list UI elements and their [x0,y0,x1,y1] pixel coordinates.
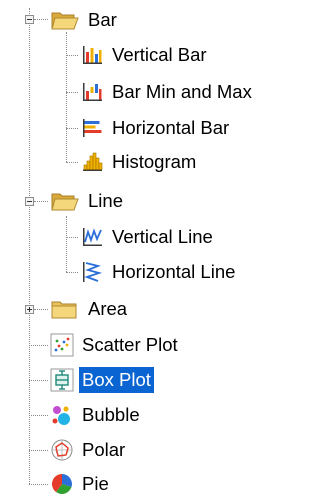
tree-node-line[interactable]: Line [50,186,126,216]
connector-horizontal-line [66,272,78,273]
tree-node-scatter-plot[interactable]: Scatter Plot [50,330,181,360]
vertical-bar-chart-icon [80,43,104,67]
box-plot-icon [50,368,74,392]
tree-node-label: Vertical Bar [112,44,207,65]
line-children-connector-line [66,216,67,272]
plus-icon [27,307,32,312]
tree-node-box-plot[interactable]: Box Plot [50,365,154,395]
tree-node-histogram[interactable]: Histogram [80,147,199,177]
open-folder-icon [50,8,80,32]
tree-node-bar-min-max[interactable]: Bar Min and Max [80,77,255,107]
tree-node-horizontal-line[interactable]: Horizontal Line [80,257,238,287]
tree-node-label: Pie [82,473,109,494]
tree-node-bar[interactable]: Bar [50,5,120,35]
tree-node-label-selected: Box Plot [79,367,154,393]
root-connector-line [29,8,30,484]
tree-node-label: Bubble [82,404,140,425]
polar-chart-icon [50,438,74,462]
expand-area-button[interactable] [25,305,34,314]
bar-min-max-chart-icon [80,80,104,104]
histogram-chart-icon [80,150,104,174]
connector-bar [34,19,48,20]
folder-icon [50,297,80,321]
tree-node-label: Histogram [112,151,197,172]
tree-node-label: Scatter Plot [82,334,178,355]
connector-bubble [29,415,48,416]
connector-line [34,201,48,202]
tree-node-label: Horizontal Bar [112,117,230,138]
tree-node-horizontal-bar[interactable]: Horizontal Bar [80,113,232,143]
open-folder-icon [50,189,80,213]
vertical-line-chart-icon [80,225,104,249]
bar-children-connector-line [66,32,67,162]
tree-node-label: Horizontal Line [112,261,236,282]
tree-node-label: Line [88,190,123,211]
bubble-chart-icon [50,403,74,427]
connector-vertical-line [66,237,78,238]
tree-node-area[interactable]: Area [50,294,130,324]
connector-scatter [29,345,48,346]
horizontal-bar-chart-icon [80,116,104,140]
connector-histogram [66,162,78,163]
tree-node-vertical-line[interactable]: Vertical Line [80,222,216,252]
connector-polar [29,450,48,451]
tree-node-label: Bar Min and Max [112,81,252,102]
tree-node-label: Area [88,298,128,319]
tree-node-bubble[interactable]: Bubble [50,400,143,430]
tree-node-vertical-bar[interactable]: Vertical Bar [80,40,210,70]
connector-bar-min-max [66,92,78,93]
minus-icon [27,19,32,20]
minus-icon [27,201,32,202]
tree-node-pie[interactable]: Pie [50,469,112,499]
tree-node-label: Polar [82,439,126,460]
tree-node-label: Vertical Line [112,226,213,247]
connector-bar-vertical-bar [66,55,78,56]
collapse-bar-button[interactable] [25,15,34,24]
connector-box-plot [29,380,48,381]
pie-chart-icon [50,472,74,496]
horizontal-line-chart-icon [80,260,104,284]
tree-node-polar[interactable]: Polar [50,435,128,465]
chart-type-tree: Bar Vertical Bar Bar Min and Max Horizon… [0,0,314,500]
connector-horizontal-bar [66,128,78,129]
collapse-line-button[interactable] [25,197,34,206]
connector-pie [29,484,48,485]
scatter-plot-icon [50,333,74,357]
tree-node-label: Bar [88,9,117,30]
connector-area [34,309,48,310]
